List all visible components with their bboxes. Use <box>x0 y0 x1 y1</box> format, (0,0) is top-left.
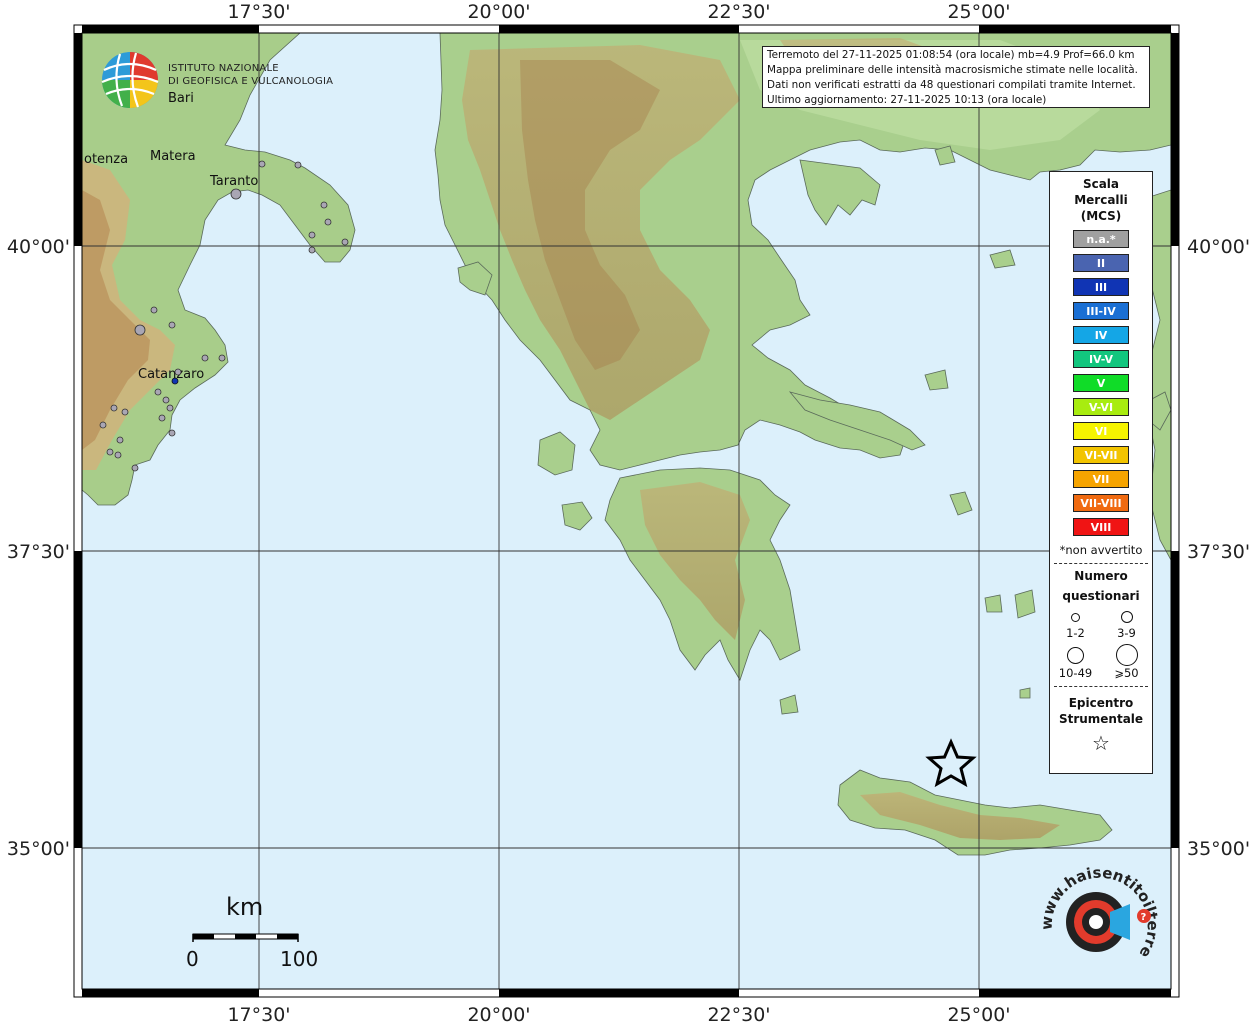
event-info-box: Terremoto del 27-11-2025 01:08:54 (ora l… <box>762 46 1150 108</box>
legend-item: VII <box>1073 470 1129 488</box>
q-circle-large <box>1067 646 1084 664</box>
legend-item: II <box>1073 254 1129 272</box>
tick-left-3: 35°00' <box>7 838 70 860</box>
tick-bottom-1: 17°30' <box>227 1004 290 1024</box>
legend-divider-1 <box>1054 563 1148 564</box>
questionnaire-title-line2: questionari <box>1062 589 1140 603</box>
event-info-line1: Terremoto del 27-11-2025 01:08:54 (ora l… <box>767 49 1135 61</box>
city-matera: Matera <box>150 149 196 164</box>
tick-bottom-2: 20°00' <box>467 1004 530 1024</box>
tick-left-2: 37°30' <box>7 541 70 563</box>
questionnaire-sizes: 1-2 3-9 10-49 ⩾50 <box>1050 608 1152 680</box>
epicenter-star-icon: ☆ <box>1092 731 1110 755</box>
legend-title-line1: Scala <box>1082 177 1120 191</box>
legend-title-line2: Mercalli <box>1074 193 1128 207</box>
ingv-name: ISTITUTO NAZIONALE DI GEOFISICA E VULCAN… <box>168 62 333 88</box>
q-label-10-49: 10-49 <box>1058 666 1093 680</box>
ingv-name-line1: ISTITUTO NAZIONALE <box>168 63 279 74</box>
scale-max: 100 <box>280 947 319 971</box>
tick-bottom-4: 25°00' <box>947 1004 1010 1024</box>
ingv-name-line2: DI GEOFISICA E VULCANOLOGIA <box>168 76 334 87</box>
event-info-line2: Mappa preliminare delle intensità macros… <box>767 64 1138 76</box>
event-info-line4: Ultimo aggiornamento: 27-11-2025 10:13 (… <box>767 94 1047 106</box>
legend-title-line3: (MCS) <box>1080 209 1122 223</box>
questionnaire-point-iii <box>171 377 179 385</box>
svg-text:?: ? <box>1141 912 1147 923</box>
tick-right-1: 40°00' <box>1187 236 1250 258</box>
city-potenza: otenza <box>84 152 128 167</box>
city-taranto: Taranto <box>209 174 258 189</box>
legend-title: Scala Mercalli (MCS) <box>1050 176 1152 224</box>
tick-right-3: 35°00' <box>1187 838 1250 860</box>
legend-item: III-IV <box>1073 302 1129 320</box>
q-label-50: ⩾50 <box>1114 666 1139 680</box>
tick-top-2: 20°00' <box>467 1 530 23</box>
epicenter-title-line2: Strumentale <box>1058 712 1144 726</box>
city-catanzaro: Catanzaro <box>138 367 204 382</box>
paros-island <box>984 594 1003 613</box>
legend-item: V <box>1073 374 1129 392</box>
epicenter-title-line1: Epicentro <box>1068 696 1134 710</box>
scale-unit: km <box>226 893 264 921</box>
legend-item: III <box>1073 278 1129 296</box>
epicenter-title: Epicentro Strumentale <box>1050 695 1152 727</box>
tick-top-4: 25°00' <box>947 1 1010 23</box>
legend-item: VI <box>1073 422 1129 440</box>
q-circle-small <box>1071 612 1080 622</box>
legend-item: VIII <box>1073 518 1129 536</box>
q-circle-xlarge <box>1115 644 1138 666</box>
tick-top-3: 22°30' <box>707 1 770 23</box>
legend-items: n.a.* II III III-IV IV IV-V V V-VI VI VI-VII VII VI… <box>1050 230 1152 536</box>
legend-item: IV <box>1073 326 1129 344</box>
tick-bottom-3: 22°30' <box>707 1004 770 1024</box>
legend-note: *non avvertito <box>1059 543 1143 557</box>
tick-left-1: 40°00' <box>7 236 70 258</box>
q-label-3-9: 3-9 <box>1117 626 1136 640</box>
legend-divider-2 <box>1054 686 1148 687</box>
q-size-50: ⩾50 <box>1101 644 1152 680</box>
city-bari: Bari <box>168 91 194 106</box>
scale-min: 0 <box>186 947 199 971</box>
legend-item: VI-VII <box>1073 446 1129 464</box>
tick-right-2: 37°30' <box>1187 541 1250 563</box>
intensity-legend: Scala Mercalli (MCS) n.a.* II III III-IV IV I… <box>1049 171 1153 774</box>
legend-item: V-VI <box>1073 398 1129 416</box>
legend-item: IV-V <box>1073 350 1129 368</box>
q-circle-medium <box>1120 611 1133 623</box>
santorini-island <box>1019 687 1031 699</box>
q-size-1-2: 1-2 <box>1050 608 1101 640</box>
ingv-logo <box>98 48 162 116</box>
tick-top-1: 17°30' <box>227 1 290 23</box>
questionnaire-title-line1: Numero <box>1074 569 1128 583</box>
q-size-3-9: 3-9 <box>1101 608 1152 640</box>
event-info-line3: Dati non verificati estratti da 48 quest… <box>767 79 1136 91</box>
q-label-1-2: 1-2 <box>1066 626 1085 640</box>
questionnaire-title: Numero questionari <box>1050 568 1152 604</box>
q-size-10-49: 10-49 <box>1050 644 1101 680</box>
legend-item: n.a.* <box>1073 230 1129 248</box>
hsit-logo[interactable]: www.haisentitoilterremoto.it ? <box>1022 846 1162 979</box>
legend-item: VII-VIII <box>1073 494 1129 512</box>
